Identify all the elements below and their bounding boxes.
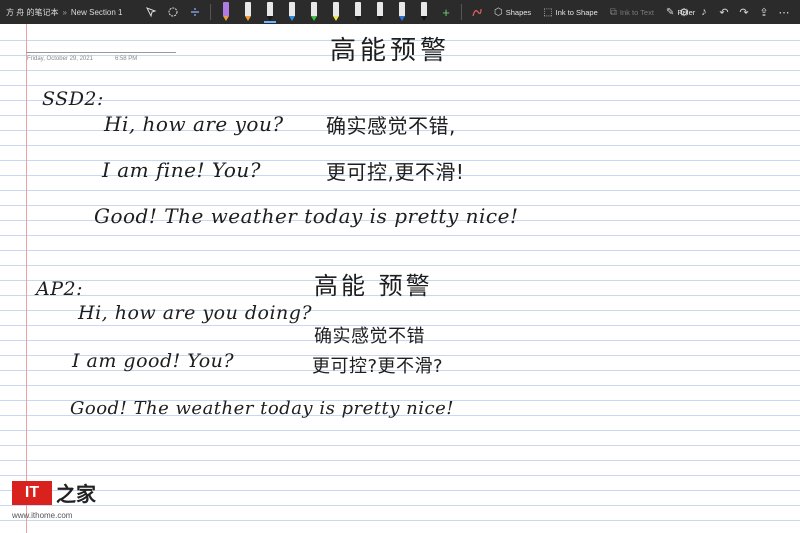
pen-green-icon[interactable] — [303, 0, 325, 24]
eraser-icon[interactable] — [215, 0, 237, 24]
page-time: 6:58 PM — [114, 56, 138, 62]
ap-title[interactable]: 高能 预警 — [314, 266, 433, 301]
page-date-text: Friday, October 29, 2021 — [27, 56, 93, 62]
ink-to-text-button[interactable]: ⧉ Ink to Text — [604, 0, 660, 24]
pen-black-2-icon[interactable] — [413, 0, 435, 24]
plus-icon[interactable]: + — [435, 0, 457, 24]
pen-orange-icon[interactable] — [237, 0, 259, 24]
pen-blue-icon[interactable] — [281, 0, 303, 24]
ap-line-2-cn[interactable]: 更可控?更不滑? — [312, 352, 443, 378]
ithome-logo-cn: 之家 — [56, 482, 96, 506]
ink-settings-icon[interactable]: ⚙ — [674, 0, 694, 24]
lasso-select-icon[interactable] — [140, 0, 162, 24]
drawing-tools: + ⬡ Shapes ⬚ Ink to Shape ⧉ Ink to Text … — [140, 0, 701, 24]
page-date: Friday, October 29, 2021 6:58 PM — [27, 56, 137, 62]
page-margin-line — [26, 24, 27, 533]
ink-to-text-icon: ⧉ — [609, 6, 617, 18]
notifications-icon[interactable]: ♪ — [694, 0, 714, 24]
add-space-icon[interactable] — [162, 0, 184, 24]
insert-space-icon[interactable] — [184, 0, 206, 24]
ink-replay-icon[interactable] — [466, 0, 488, 24]
ssd-line-2-cn[interactable]: 更可控,更不滑! — [326, 156, 464, 185]
ssd-line-1-en[interactable]: Hi, how are you? — [104, 112, 284, 136]
more-icon[interactable]: ⋯ — [774, 0, 794, 24]
breadcrumb-notebook[interactable]: 方 舟 的笔记本 — [6, 7, 58, 18]
pen-royal-blue-icon[interactable] — [391, 0, 413, 24]
ithome-logo: IT 之家 — [12, 478, 96, 507]
ink-to-shape-label: Ink to Shape — [555, 7, 598, 17]
title-underline — [26, 52, 176, 53]
ssd-line-1-cn[interactable]: 确实感觉不错, — [326, 110, 456, 139]
ink-to-text-label: Ink to Text — [619, 7, 654, 17]
ssd-line-2-en[interactable]: I am fine! You? — [102, 158, 261, 182]
ink-toolbar: 方 舟 的笔记本 » New Section 1 + ⬡ Shapes ⬚ In… — [0, 0, 800, 24]
highlighter-icon[interactable] — [325, 0, 347, 24]
pen-dark-2-icon[interactable] — [369, 0, 391, 24]
pen-black-icon[interactable] — [259, 0, 281, 24]
redo-icon[interactable]: ↷ — [734, 0, 754, 24]
breadcrumb-section[interactable]: New Section 1 — [71, 8, 123, 17]
toolbar-divider — [210, 4, 211, 20]
ap-line-3[interactable]: Good! The weather today is pretty nice! — [70, 398, 454, 419]
breadcrumb-separator: » — [62, 7, 67, 17]
ssd-line-3[interactable]: Good! The weather today is pretty nice! — [94, 204, 518, 228]
pen-dark-icon[interactable] — [347, 0, 369, 24]
ap-line-1-cn[interactable]: 确实感觉不错 — [314, 322, 425, 348]
shapes-icon: ⬡ — [494, 6, 503, 18]
toolbar-right: ⚙ ♪ ↶ ↷ ⇪ ⋯ — [674, 0, 794, 24]
ink-to-shape-button[interactable]: ⬚ Ink to Shape — [537, 0, 604, 24]
breadcrumb: 方 舟 的笔记本 » New Section 1 — [6, 0, 123, 24]
ap-line-1-en[interactable]: Hi, how are you doing? — [78, 302, 312, 324]
ithome-watermark: IT 之家 www.ithome.com — [12, 478, 96, 520]
page-title[interactable]: 高能预警 — [330, 30, 450, 67]
ap-line-2-en[interactable]: I am good! You? — [72, 350, 234, 372]
share-icon[interactable]: ⇪ — [754, 0, 774, 24]
ithome-logo-it: IT — [12, 480, 52, 505]
ap-label[interactable]: AP2: — [36, 278, 83, 300]
shapes-label: Shapes — [505, 7, 532, 17]
ink-to-shape-icon: ⬚ — [543, 6, 553, 18]
ssd-label[interactable]: SSD2: — [42, 88, 104, 110]
shapes-button[interactable]: ⬡ Shapes — [488, 0, 537, 24]
undo-icon[interactable]: ↶ — [714, 0, 734, 24]
toolbar-divider — [461, 4, 462, 20]
ithome-url: www.ithome.com — [12, 511, 73, 520]
